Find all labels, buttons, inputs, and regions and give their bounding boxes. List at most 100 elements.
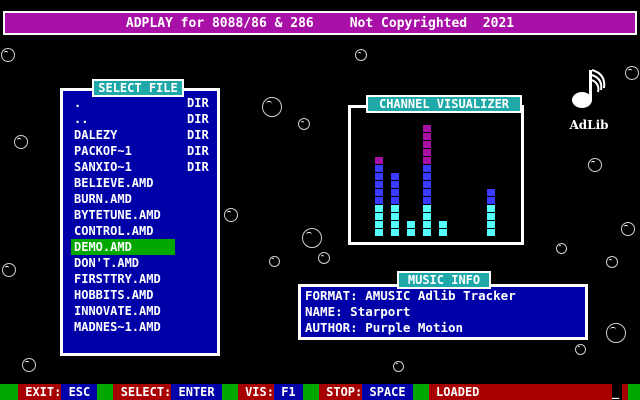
bar-segment bbox=[487, 221, 495, 228]
bar-segment bbox=[423, 149, 431, 156]
channel-bar bbox=[439, 221, 447, 236]
bubble bbox=[606, 256, 618, 268]
file-list-item[interactable]: INNOVATE.AMD bbox=[71, 303, 219, 319]
bar-segment bbox=[391, 197, 399, 204]
bubble bbox=[269, 256, 280, 267]
bubble bbox=[625, 66, 639, 80]
bar-segment bbox=[423, 157, 431, 164]
bubble bbox=[588, 158, 602, 172]
file-list-item[interactable]: FIRSTTRY.AMD bbox=[71, 271, 219, 287]
bubble bbox=[355, 49, 367, 61]
bar-segment bbox=[375, 221, 383, 228]
visualizer-label: CHANNEL VISUALIZER bbox=[366, 95, 522, 113]
file-name: DALEZY bbox=[74, 128, 118, 142]
select-label: SELECT: bbox=[113, 384, 172, 400]
bubble bbox=[393, 361, 404, 372]
status-spacer bbox=[302, 384, 319, 400]
file-list-item[interactable]: .. DIR bbox=[71, 111, 219, 127]
status-spacer bbox=[97, 384, 114, 400]
channel-bar bbox=[407, 221, 415, 236]
file-panel-label: SELECT FILE bbox=[92, 79, 184, 97]
bubble bbox=[575, 344, 586, 355]
channel-bar bbox=[487, 189, 495, 236]
status-bar: EXIT: ESC SELECT: ENTER VIS: F1 STOP: SP… bbox=[0, 384, 640, 400]
file-list-item[interactable]: DEMO.AMD bbox=[71, 239, 175, 255]
bubble bbox=[1, 48, 15, 62]
bubble bbox=[606, 323, 626, 343]
file-name: DEMO.AMD bbox=[74, 240, 132, 254]
author-value: Purple Motion bbox=[365, 320, 464, 335]
bar-segment bbox=[423, 205, 431, 212]
bar-segment bbox=[423, 125, 431, 132]
bubble bbox=[302, 228, 322, 248]
file-list-item[interactable]: DALEZY DIR bbox=[71, 127, 219, 143]
file-list-item[interactable]: DON'T.AMD bbox=[71, 255, 219, 271]
exit-key[interactable]: ESC bbox=[61, 384, 98, 400]
bar-segment bbox=[423, 189, 431, 196]
file-list-item[interactable]: BYTETUNE.AMD bbox=[71, 207, 219, 223]
bar-segment bbox=[487, 189, 495, 196]
bar-segment bbox=[375, 157, 383, 164]
bar-segment bbox=[423, 141, 431, 148]
file-name: CONTROL.AMD bbox=[74, 224, 154, 238]
bar-segment bbox=[487, 229, 495, 236]
adlib-logo-text: AdLib bbox=[569, 118, 609, 132]
bar-segment bbox=[423, 221, 431, 228]
bar-segment bbox=[375, 213, 383, 220]
file-name: BYTETUNE.AMD bbox=[74, 208, 161, 222]
bar-segment bbox=[423, 213, 431, 220]
file-name: FIRSTTRY.AMD bbox=[74, 272, 161, 286]
file-list-item[interactable]: BURN.AMD bbox=[71, 191, 219, 207]
file-type: DIR bbox=[187, 96, 209, 110]
bar-segment bbox=[375, 173, 383, 180]
bar-segment bbox=[487, 213, 495, 220]
file-type: DIR bbox=[187, 160, 209, 174]
bar-segment bbox=[487, 197, 495, 204]
bubble bbox=[621, 222, 635, 236]
app-title: ADPLAY for 8088/86 & 286 bbox=[125, 15, 314, 31]
stop-key[interactable]: SPACE bbox=[362, 384, 413, 400]
bar-segment bbox=[407, 229, 415, 236]
vis-key[interactable]: F1 bbox=[273, 384, 303, 400]
file-name: BELIEVE.AMD bbox=[74, 176, 154, 190]
channel-bar bbox=[375, 157, 383, 236]
select-key[interactable]: ENTER bbox=[171, 384, 222, 400]
title-bar: ADPLAY for 8088/86 & 286 Not Copyrighted… bbox=[3, 11, 637, 35]
file-name: INNOVATE.AMD bbox=[74, 304, 161, 318]
status-spacer bbox=[628, 384, 640, 400]
bar-segment bbox=[375, 165, 383, 172]
bubble bbox=[298, 118, 310, 130]
file-list-item[interactable]: MADNES~1.AMD bbox=[71, 319, 219, 335]
file-name: SANXIO~1 bbox=[74, 160, 132, 174]
bar-segment bbox=[391, 221, 399, 228]
file-list-item[interactable]: BELIEVE.AMD bbox=[71, 175, 219, 191]
channel-visualizer-panel bbox=[348, 105, 524, 245]
bar-segment bbox=[423, 173, 431, 180]
bubble bbox=[14, 135, 28, 149]
file-list-item[interactable]: SANXIO~1 DIR bbox=[71, 159, 219, 175]
bar-segment bbox=[423, 133, 431, 140]
bar-segment bbox=[423, 165, 431, 172]
file-name: MADNES~1.AMD bbox=[74, 320, 161, 334]
bar-segment bbox=[375, 229, 383, 236]
bar-segment bbox=[423, 197, 431, 204]
name-line: NAME: Starport bbox=[305, 304, 410, 320]
bubble bbox=[556, 243, 567, 254]
status-spacer bbox=[412, 384, 429, 400]
copyright-notice: Not Copyrighted 2021 bbox=[350, 16, 514, 31]
bubble bbox=[2, 263, 16, 277]
bar-segment bbox=[375, 189, 383, 196]
bubble bbox=[318, 252, 330, 264]
file-list-item[interactable]: HOBBITS.AMD bbox=[71, 287, 219, 303]
status-message: LOADED bbox=[428, 384, 612, 400]
stop-label: STOP: bbox=[318, 384, 363, 400]
bar-segment bbox=[391, 213, 399, 220]
bar-segment bbox=[439, 221, 447, 228]
channel-visualizer-bars bbox=[375, 125, 495, 236]
file-list-panel: . DIR.. DIR DALEZY DIR PACKOF~1 DIR SANXIO~1 DIR… bbox=[60, 88, 220, 356]
file-list-item[interactable]: PACKOF~1 DIR bbox=[71, 143, 219, 159]
file-list-item[interactable]: . DIR bbox=[71, 95, 219, 111]
file-type: DIR bbox=[187, 128, 209, 142]
file-list-item[interactable]: CONTROL.AMD bbox=[71, 223, 219, 239]
bar-segment bbox=[391, 229, 399, 236]
